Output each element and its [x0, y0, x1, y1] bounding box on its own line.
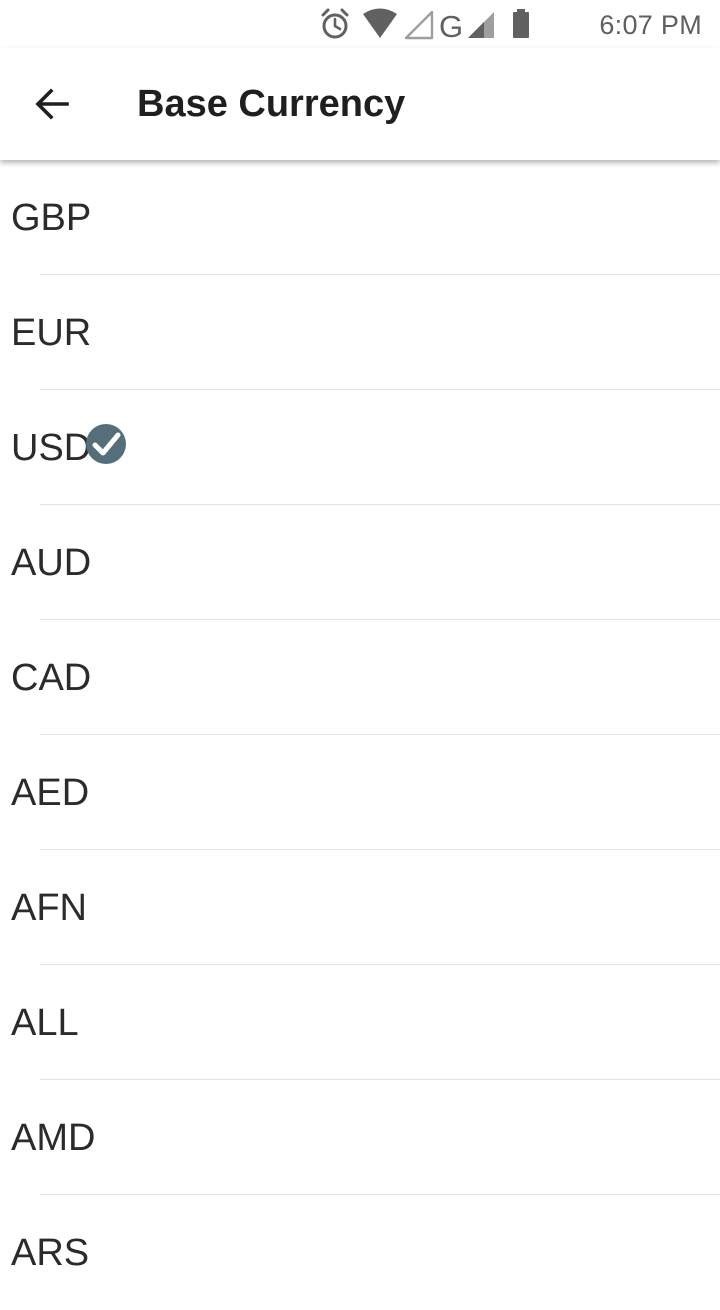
currency-code: CAD: [11, 657, 92, 699]
currency-item-eur[interactable]: EUR: [0, 275, 720, 390]
currency-code: USD: [11, 427, 92, 469]
currency-item-all[interactable]: ALL: [0, 965, 720, 1080]
status-bar: G 6:07 PM: [0, 0, 720, 48]
currency-item-afn[interactable]: AFN: [0, 850, 720, 965]
currency-item-aud[interactable]: AUD: [0, 505, 720, 620]
arrow-left-icon: [35, 88, 69, 120]
currency-code: AED: [11, 772, 90, 814]
wifi-icon: [363, 8, 397, 38]
currency-code: GBP: [11, 197, 92, 239]
currency-item-cad[interactable]: CAD: [0, 620, 720, 735]
svg-text:G: G: [439, 9, 462, 40]
app-bar: Base Currency: [0, 48, 720, 160]
currency-item-ars[interactable]: ARS: [0, 1195, 720, 1310]
currency-item-usd[interactable]: USD: [0, 390, 720, 505]
page-title: Base Currency: [137, 83, 406, 125]
currency-item-amd[interactable]: AMD: [0, 1080, 720, 1195]
currency-list: GBP EUR USD AUD CAD AED AFN ALL AMD ARS: [0, 160, 720, 1310]
signal-empty-icon: [404, 10, 434, 40]
alarm-icon: [321, 8, 349, 39]
currency-code: AMD: [11, 1117, 96, 1159]
currency-code: ALL: [11, 1002, 79, 1044]
signal-icon: [468, 12, 494, 38]
battery-icon: [513, 9, 529, 38]
currency-code: AFN: [11, 887, 87, 929]
check-circle-icon: [86, 424, 126, 464]
currency-item-aed[interactable]: AED: [0, 735, 720, 850]
currency-code: AUD: [11, 542, 92, 584]
currency-code: EUR: [11, 312, 92, 354]
back-button[interactable]: [20, 72, 84, 136]
status-clock: 6:07 PM: [599, 10, 702, 40]
currency-item-gbp[interactable]: GBP: [0, 160, 720, 275]
network-type-g-icon: G: [439, 9, 462, 40]
currency-code: ARS: [11, 1232, 90, 1274]
